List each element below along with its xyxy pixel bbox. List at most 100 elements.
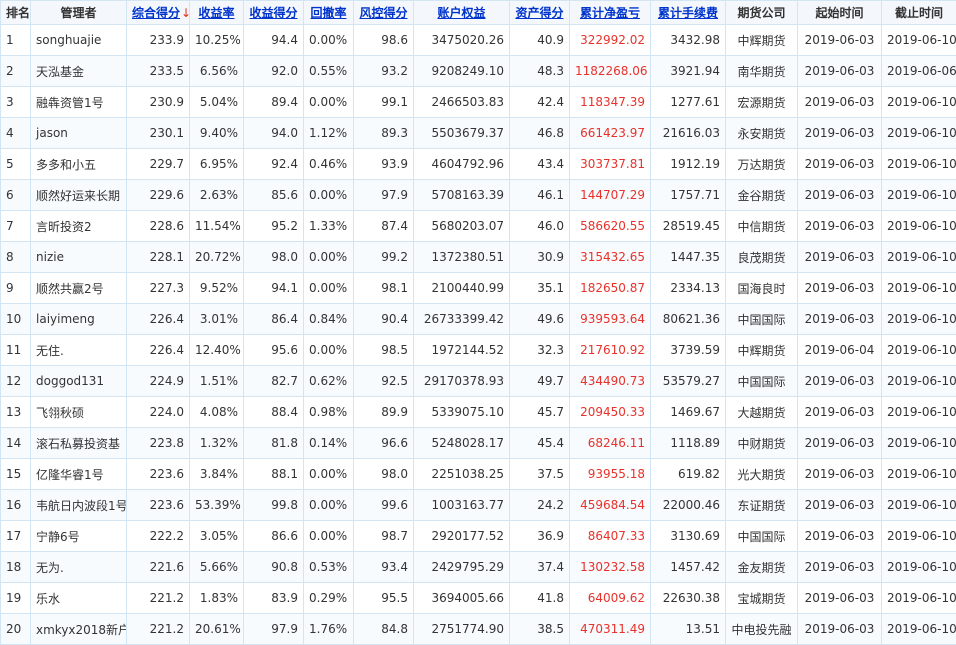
table-row: 9 顺然共赢2号 227.3 9.52% 94.1 0.00% 98.1 2100440.99… [0,272,956,304]
cell-rank: 10 [0,303,31,335]
cell-drawdown-rate: 0.84% [303,303,354,335]
header-label[interactable]: 账户权益 [437,6,485,20]
cell-futures-company: 金友期货 [725,551,798,583]
cell-futures-company: 中国国际 [725,520,798,552]
header-label[interactable]: 资产得分 [515,6,563,20]
cell-start-date: 2019-06-03 [797,489,882,521]
cell-rank: 6 [0,179,31,211]
cell-start-date: 2019-06-03 [797,24,882,56]
cell-start-date: 2019-06-03 [797,582,882,614]
table-row: 6 顺然好运来长期 229.6 2.63% 85.6 0.00% 97.9 5708163.3… [0,179,956,211]
cell-manager: 言昕投资2 [30,210,127,242]
cell-asset-score: 49.7 [509,365,570,397]
cell-start-date: 2019-06-03 [797,272,882,304]
cell-end-date: 2019-06-10 [881,148,956,180]
cell-drawdown-rate: 0.46% [303,148,354,180]
cell-manager: nizie [30,241,127,273]
cell-manager: jason [30,117,127,149]
cell-futures-company: 良茂期货 [725,241,798,273]
cell-asset-score: 43.4 [509,148,570,180]
cell-end-date: 2019-06-10 [881,334,956,366]
header-risk-score[interactable]: 风控得分 [353,0,414,25]
cell-composite-score: 223.6 [126,458,190,490]
table-row: 14 滚石私募投资基 223.8 1.32% 81.8 0.14% 96.6 5248028.… [0,427,956,459]
cell-account-equity: 5503679.37 [413,117,510,149]
cell-manager: 宁静6号 [30,520,127,552]
cell-start-date: 2019-06-03 [797,551,882,583]
cell-futures-company: 中国国际 [725,365,798,397]
cell-rank: 19 [0,582,31,614]
cell-manager: 飞翎秋硕 [30,396,127,428]
cell-composite-score: 223.8 [126,427,190,459]
header-composite-score[interactable]: 综合得分↓ [126,0,190,25]
sort-descending-icon[interactable]: ↓ [181,6,188,20]
cell-return-rate: 9.40% [189,117,244,149]
header-return-score[interactable]: 收益得分 [243,0,304,25]
cell-cumulative-fees: 1447.35 [650,241,726,273]
cell-cumulative-net-pnl: 470311.49 [569,613,651,645]
cell-account-equity: 5680203.07 [413,210,510,242]
cell-return-score: 99.8 [243,489,304,521]
cell-risk-score: 95.5 [353,582,414,614]
cell-account-equity: 2466503.83 [413,86,510,118]
cell-futures-company: 宝城期货 [725,582,798,614]
header-label[interactable]: 综合得分 [132,6,180,20]
cell-end-date: 2019-06-10 [881,427,956,459]
cell-return-rate: 2.63% [189,179,244,211]
cell-manager: 滚石私募投资基 [30,427,127,459]
cell-cumulative-fees: 21616.03 [650,117,726,149]
table-row: 18 无为. 221.6 5.66% 90.8 0.53% 93.4 2429795.29 37… [0,551,956,583]
cell-return-score: 95.6 [243,334,304,366]
cell-futures-company: 东证期货 [725,489,798,521]
cell-composite-score: 228.6 [126,210,190,242]
cell-account-equity: 4604792.96 [413,148,510,180]
cell-return-score: 97.9 [243,613,304,645]
cell-asset-score: 40.9 [509,24,570,56]
cell-composite-score: 227.3 [126,272,190,304]
header-label[interactable]: 收益率 [198,6,234,20]
cell-return-score: 94.1 [243,272,304,304]
cell-manager: 无为. [30,551,127,583]
cell-return-score: 95.2 [243,210,304,242]
cell-asset-score: 37.5 [509,458,570,490]
cell-cumulative-fees: 53579.27 [650,365,726,397]
cell-manager: 多多和小五 [30,148,127,180]
cell-drawdown-rate: 0.00% [303,458,354,490]
cell-cumulative-net-pnl: 64009.62 [569,582,651,614]
cell-start-date: 2019-06-03 [797,179,882,211]
cell-account-equity: 29170378.93 [413,365,510,397]
cell-composite-score: 221.6 [126,551,190,583]
cell-cumulative-fees: 22630.38 [650,582,726,614]
header-cumulative-net-pnl[interactable]: 累计净盈亏 [569,0,651,25]
cell-return-rate: 1.83% [189,582,244,614]
header-label[interactable]: 收益得分 [249,6,297,20]
header-account-equity[interactable]: 账户权益 [413,0,510,25]
header-cumulative-fees[interactable]: 累计手续费 [650,0,726,25]
header-label[interactable]: 回撤率 [310,6,346,20]
cell-end-date: 2019-06-10 [881,458,956,490]
header-end-date: 截止时间 [881,0,956,25]
header-return-rate[interactable]: 收益率 [189,0,244,25]
header-drawdown-rate[interactable]: 回撤率 [303,0,354,25]
table-row: 19 乐水 221.2 1.83% 83.9 0.29% 95.5 3694005.66 41.… [0,582,956,614]
header-row: 排名 管理者 综合得分↓ 收益率 收益得分回撤率风控得分 账户权益 资产得分 累计净盈亏 累计手… [0,0,956,25]
table-row: 11 无住. 226.4 12.40% 95.6 0.00% 98.5 1972144.52 3… [0,334,956,366]
cell-return-rate: 3.01% [189,303,244,335]
cell-account-equity: 9208249.10 [413,55,510,87]
table-row: 10 laiyimeng 226.4 3.01% 86.4 0.84% 90.4 267333… [0,303,956,335]
cell-asset-score: 38.5 [509,613,570,645]
cell-account-equity: 2100440.99 [413,272,510,304]
cell-cumulative-net-pnl: 322992.02 [569,24,651,56]
header-label[interactable]: 累计净盈亏 [580,6,640,20]
cell-account-equity: 5248028.17 [413,427,510,459]
cell-rank: 9 [0,272,31,304]
cell-account-equity: 3694005.66 [413,582,510,614]
table-row: 16 韦航日内波段1号 223.6 53.39% 99.8 0.00% 99.6 100316… [0,489,956,521]
header-label[interactable]: 累计手续费 [658,6,718,20]
cell-cumulative-fees: 3130.69 [650,520,726,552]
header-asset-score[interactable]: 资产得分 [509,0,570,25]
header-label[interactable]: 风控得分 [359,6,407,20]
cell-return-score: 85.6 [243,179,304,211]
cell-start-date: 2019-06-03 [797,303,882,335]
cell-futures-company: 中电投先融 [725,613,798,645]
